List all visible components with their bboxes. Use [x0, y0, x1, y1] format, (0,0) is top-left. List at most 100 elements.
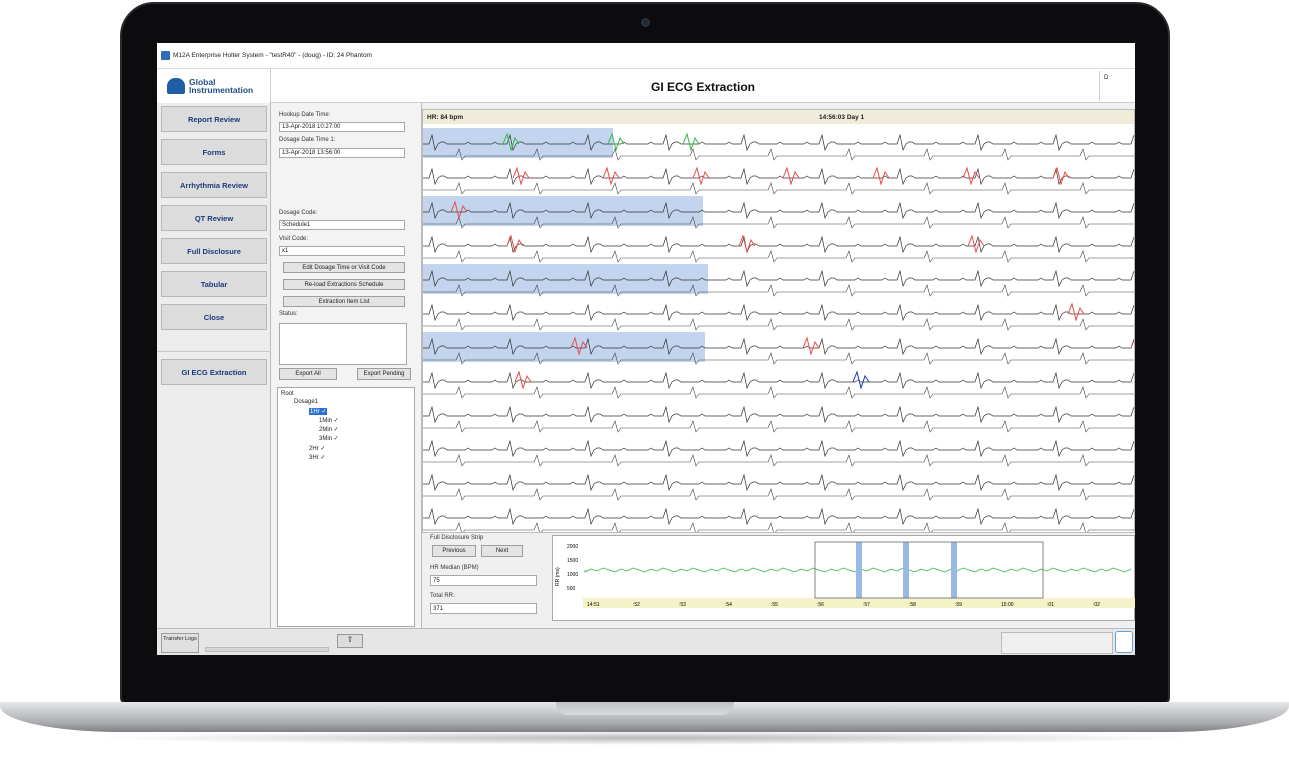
ecg-lead-trace: [423, 250, 1134, 263]
hookup-field[interactable]: 13-Apr-2018 10:27:00: [279, 122, 405, 132]
export-pending-button[interactable]: Export Pending: [357, 368, 411, 380]
ecg-lead-trace: [423, 405, 1134, 424]
ecg-beat-marker: [692, 166, 710, 186]
device-icon[interactable]: [1115, 631, 1133, 653]
logo-icon: [167, 78, 185, 94]
trend-extraction-marker: [951, 542, 957, 598]
total-rr-field[interactable]: 371: [430, 603, 537, 614]
laptop-notch: [556, 702, 734, 715]
trend-x-tick: :53: [679, 602, 686, 608]
strip-label: Full Disclosure Strip: [430, 535, 484, 541]
rr-trend-chart[interactable]: 2000 1500 1000 500 RR (ms) 14:51:52:53:54:55:…: [552, 535, 1135, 621]
rr-trend-plot: 2000 1500 1000 500 RR (ms) 14:51:52:53:54:55:…: [555, 541, 1135, 608]
dosage-code-label: Dosage Code:: [279, 210, 318, 216]
ecg-beat-marker: [852, 370, 870, 390]
ecg-lead-trace: [423, 454, 1134, 467]
sidebar-nav: Report Review Forms Arrhythmia Review QT…: [157, 103, 271, 628]
status-label: Status:: [279, 311, 298, 317]
ecg-lead-trace: [423, 303, 1134, 322]
previous-button[interactable]: Previous: [432, 545, 476, 557]
progress-bar: [205, 647, 329, 652]
ecg-beat-marker: [682, 132, 700, 152]
transfer-logs-button[interactable]: Transfer Logs: [161, 633, 199, 653]
nav-forms-button[interactable]: Forms: [161, 139, 267, 165]
nav-gi-ecg-extraction-button[interactable]: GI ECG Extraction: [161, 359, 267, 385]
hr-median-field[interactable]: 75: [430, 575, 537, 586]
ecg-beat-marker: [1067, 302, 1085, 322]
trend-y-label: RR (ms): [555, 567, 561, 586]
export-all-button[interactable]: Export All: [279, 368, 337, 380]
hookup-label: Hookup Date Time:: [279, 112, 331, 118]
ecg-highlight: [423, 264, 708, 294]
extraction-item-list-button[interactable]: Extraction Item List: [283, 296, 405, 307]
ecg-lead-trace: [423, 507, 1134, 526]
tree-child-2min[interactable]: 2Min ✓: [319, 426, 339, 433]
trend-x-tick: :54: [725, 602, 732, 608]
tree-child-3min[interactable]: 3Min ✓: [319, 435, 339, 442]
tree-dosage[interactable]: Dosage1: [294, 399, 318, 405]
laptop-shadow: [90, 731, 1200, 745]
nav-arrhythmia-review-button[interactable]: Arrhythmia Review: [161, 172, 267, 198]
trend-x-tick: :58: [909, 602, 916, 608]
trend-x-tick: :02: [1093, 602, 1100, 608]
extraction-tree: Root Dosage1 1Hr ✓ 1Min ✓ 2Min ✓ 3Min ✓ …: [277, 387, 415, 627]
status-textbox[interactable]: [279, 323, 407, 365]
ecg-beat-marker: [802, 336, 820, 356]
nav-close-button[interactable]: Close: [161, 304, 267, 330]
nav-report-review-button[interactable]: Report Review: [161, 106, 267, 132]
ecg-beat-marker: [602, 166, 620, 186]
trend-x-tick: :01: [1047, 602, 1054, 608]
trend-extraction-marker: [903, 542, 909, 598]
camera-icon: [641, 18, 650, 27]
trend-x-tick: 15:00: [1001, 602, 1014, 608]
ecg-beat-marker: [962, 166, 980, 186]
ecg-beat-marker: [1130, 339, 1134, 349]
header-right-panel: D: [1099, 71, 1135, 101]
ecg-lead-trace: [423, 167, 1134, 186]
dosage-time-field[interactable]: 13-Apr-2018 13:56:00: [279, 148, 405, 158]
ecg-lead-trace: [423, 439, 1134, 458]
page-header: GI ECG Extraction D: [271, 69, 1135, 103]
tree-selected-node[interactable]: 1Hr ✓: [309, 408, 328, 415]
extraction-panel: Hookup Date Time: 13-Apr-2018 10:27:00 D…: [271, 103, 422, 628]
ecg-traces: [423, 128, 1134, 532]
ecg-lead-trace: [423, 386, 1134, 399]
nav-full-disclosure-button[interactable]: Full Disclosure: [161, 238, 267, 264]
dosage-code-field[interactable]: Schedule1: [279, 220, 405, 230]
nav-qt-review-button[interactable]: QT Review: [161, 205, 267, 231]
ecg-highlight: [423, 332, 705, 362]
nav-tabular-button[interactable]: Tabular: [161, 271, 267, 297]
ecg-lead-trace: [423, 473, 1134, 492]
ecg-strip-view[interactable]: HR: 84 bpm 14:56:03 Day 1: [422, 109, 1135, 533]
ecg-lead-trace: [423, 522, 1134, 532]
trend-x-tick: :57: [863, 602, 870, 608]
edit-dosage-button[interactable]: Edit Dosage Time or Visit Code: [283, 262, 405, 273]
logo-line2: Instrumentation: [189, 85, 254, 95]
tree-root[interactable]: Root: [281, 391, 294, 397]
trend-x-tick: :55: [771, 602, 778, 608]
visit-code-field[interactable]: x1: [279, 246, 405, 256]
hr-median-label: HR Median (BPM): [430, 565, 479, 571]
ecg-lead-trace: [423, 182, 1134, 195]
reload-schedule-button[interactable]: Re-load Extractions Schedule: [283, 279, 405, 290]
tree-node-3hr[interactable]: 3Hr ✓: [309, 454, 325, 461]
trend-x-tick: :59: [955, 602, 962, 608]
next-button[interactable]: Next: [481, 545, 523, 557]
nav-divider: [157, 351, 271, 352]
window-titlebar: M12A Enterprise Holter System - "testR40…: [157, 43, 1135, 69]
ecg-beat-marker: [872, 166, 890, 186]
company-logo: Global Instrumentation: [157, 69, 271, 103]
trend-y-tick: 2000: [567, 544, 578, 550]
footer-right-panel: [1001, 632, 1113, 654]
ecg-lead-trace: [423, 318, 1134, 331]
trend-y-tick: 1500: [567, 558, 578, 564]
tree-node-2hr[interactable]: 2Hr ✓: [309, 445, 325, 452]
ecg-lead-trace: [423, 420, 1134, 433]
dosage-time-label: Dosage Date Time 1:: [279, 137, 336, 143]
total-rr-label: Total RR:: [430, 593, 455, 599]
tree-child-1min[interactable]: 1Min ✓: [319, 417, 339, 424]
upload-icon[interactable]: ⇧: [337, 634, 363, 648]
visit-code-label: Visit Code:: [279, 236, 308, 242]
trend-x-tick: 14:51: [587, 602, 600, 608]
disclosure-strip-panel: Full Disclosure Strip Previous Next HR M…: [422, 533, 1135, 628]
